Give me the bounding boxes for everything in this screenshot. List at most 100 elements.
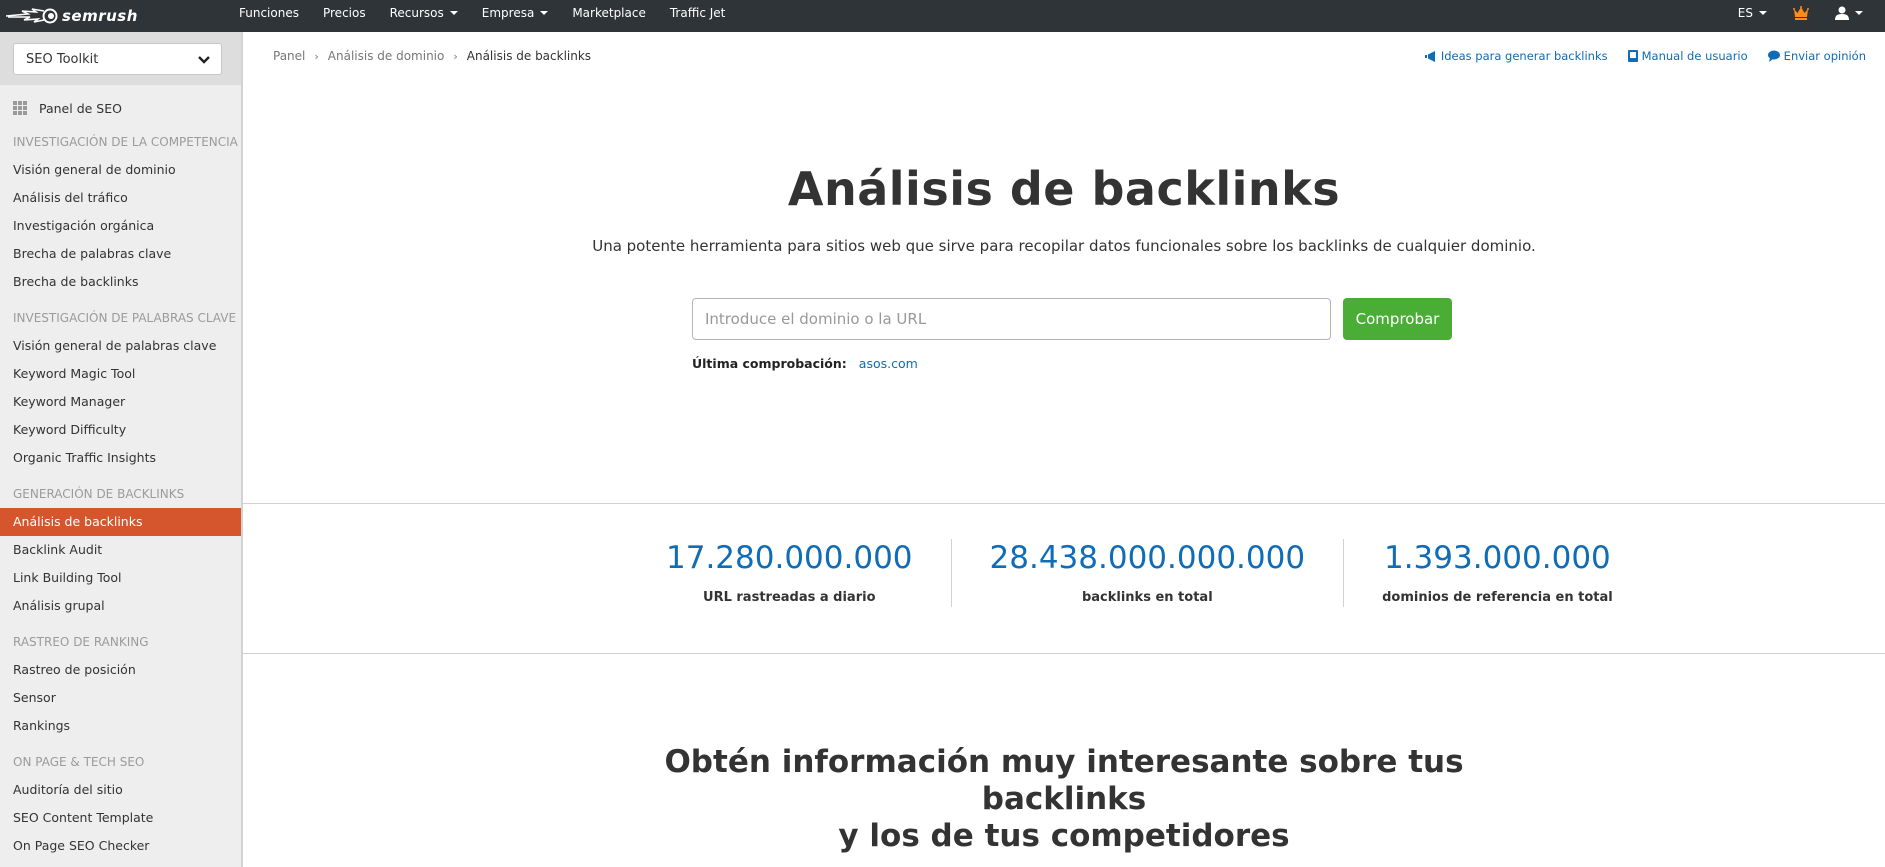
- ideas-backlinks-link[interactable]: Ideas para generar backlinks: [1424, 49, 1608, 63]
- link-label: Ideas para generar backlinks: [1440, 49, 1608, 63]
- sidebar-item-brecha-palabras-clave[interactable]: Brecha de palabras clave: [0, 240, 241, 268]
- stat-value: 1.393.000.000: [1383, 540, 1611, 576]
- nav-label: Marketplace: [572, 6, 646, 20]
- link-label: Enviar opinión: [1783, 49, 1866, 63]
- nav-empresa[interactable]: Empresa: [482, 6, 549, 20]
- chevron-right-icon: ›: [314, 49, 319, 63]
- stat-referring-domains: 1.393.000.000 dominios de referencia en …: [1343, 539, 1651, 607]
- nav-label: Recursos: [389, 6, 444, 20]
- breadcrumb: Panel › Análisis de dominio › Análisis d…: [273, 49, 591, 63]
- sidebar-item-label: Panel de SEO: [39, 100, 122, 116]
- sidebar-item-vision-general-palabras[interactable]: Visión general de palabras clave: [0, 332, 241, 360]
- sidebar-nav-list: Investigación de la competencia Visión g…: [0, 128, 241, 860]
- breadcrumb-panel[interactable]: Panel: [273, 49, 305, 63]
- stat-label: backlinks en total: [1081, 590, 1213, 605]
- sidebar-item-keyword-difficulty[interactable]: Keyword Difficulty: [0, 416, 241, 444]
- sidebar-item-investigacion-organica[interactable]: Investigación orgánica: [0, 212, 241, 240]
- sidebar-item-brecha-backlinks[interactable]: Brecha de backlinks: [0, 268, 241, 296]
- brand-name: semrush: [62, 7, 138, 25]
- sidebar-item-panel-seo[interactable]: Panel de SEO: [0, 94, 241, 122]
- enviar-opinion-link[interactable]: Enviar opinión: [1767, 49, 1866, 63]
- language-label: ES: [1737, 6, 1753, 20]
- sidebar-item-on-page-seo-checker[interactable]: On Page SEO Checker: [0, 832, 241, 860]
- sidebar-item-sensor[interactable]: Sensor: [0, 684, 241, 712]
- sidebar-item-organic-traffic-insights[interactable]: Organic Traffic Insights: [0, 444, 241, 472]
- sidebar-item-vision-general-dominio[interactable]: Visión general de dominio: [0, 156, 241, 184]
- nav-label: Funciones: [239, 6, 299, 20]
- top-navigation-bar: semrush Funciones Precios Recursos Empre…: [0, 0, 1885, 32]
- domain-url-input[interactable]: [692, 298, 1331, 340]
- sidebar-heading-on-page: On Page & Tech SEO: [13, 755, 145, 769]
- megaphone-icon: [1424, 50, 1435, 62]
- sidebar-item-auditoria-sitio[interactable]: Auditoría del sitio: [0, 776, 241, 804]
- sidebar-item-keyword-magic-tool[interactable]: Keyword Magic Tool: [0, 360, 241, 388]
- sidebar-item-backlink-audit[interactable]: Backlink Audit: [0, 536, 241, 564]
- toolkit-switcher-area: SEO Toolkit: [0, 32, 241, 85]
- grid-icon: [13, 101, 27, 115]
- last-check-label: Última comprobación:: [692, 356, 847, 371]
- speech-bubble-icon: [1767, 50, 1780, 62]
- comet-logo-icon: [6, 8, 58, 24]
- breadcrumb-analisis-dominio[interactable]: Análisis de dominio: [328, 49, 445, 63]
- chevron-down-icon: [198, 56, 210, 64]
- language-selector[interactable]: ES: [1738, 6, 1767, 20]
- sidebar-heading-palabras-clave: Investigación de palabras clave: [13, 311, 237, 325]
- sidebar-heading-competencia: Investigación de la competencia: [13, 135, 238, 149]
- chevron-right-icon: ›: [453, 49, 458, 63]
- nav-label: Precios: [322, 6, 366, 20]
- breadcrumb-current: Análisis de backlinks: [466, 49, 592, 63]
- nav-precios[interactable]: Precios: [323, 6, 366, 20]
- stat-label: URL rastreadas a diario: [703, 590, 876, 605]
- last-check-link[interactable]: asos.com: [859, 356, 918, 371]
- stats-band: 17.280.000.000 URL rastreadas a diario 2…: [243, 503, 1885, 654]
- last-check: Última comprobación: asos.com: [692, 356, 918, 371]
- sidebar-item-rastreo-posicion[interactable]: Rastreo de posición: [0, 656, 241, 684]
- toolkit-select[interactable]: SEO Toolkit: [13, 43, 222, 75]
- sidebar-item-seo-content-template[interactable]: SEO Content Template: [0, 804, 241, 832]
- caret-down-icon: [540, 11, 549, 15]
- sidebar-item-analisis-trafico[interactable]: Análisis del tráfico: [0, 184, 241, 212]
- sidebar-item-keyword-manager[interactable]: Keyword Manager: [0, 388, 241, 416]
- stats-row: 17.280.000.000 URL rastreadas a diario 2…: [628, 539, 1651, 607]
- sidebar-item-analisis-grupal[interactable]: Análisis grupal: [0, 592, 241, 620]
- caret-down-icon: [449, 11, 458, 15]
- nav-label: Traffic Jet: [669, 6, 726, 20]
- section-title-line: backlinks: [981, 781, 1147, 817]
- nav-label: Empresa: [481, 6, 535, 20]
- stat-urls-crawled: 17.280.000.000 URL rastreadas a diario: [628, 539, 951, 607]
- check-button[interactable]: Comprobar: [1343, 298, 1452, 340]
- sidebar-item-link-building-tool[interactable]: Link Building Tool: [0, 564, 241, 592]
- crown-icon[interactable]: [1793, 6, 1809, 20]
- link-label: Manual de usuario: [1641, 49, 1748, 63]
- nav-traffic-jet[interactable]: Traffic Jet: [670, 6, 726, 20]
- help-links: Ideas para generar backlinks Manual de u…: [1405, 49, 1866, 63]
- page-subtitle: Una potente herramienta para sitios web …: [592, 237, 1536, 255]
- section-title-line: y los de tus competidores: [838, 818, 1290, 854]
- page-title: Análisis de backlinks: [787, 162, 1341, 216]
- caret-down-icon: [1855, 11, 1863, 15]
- stat-total-backlinks: 28.438.000.000.000 backlinks en total: [950, 539, 1344, 607]
- manual-usuario-link[interactable]: Manual de usuario: [1627, 49, 1748, 63]
- toolkit-select-value: SEO Toolkit: [26, 51, 99, 67]
- nav-funciones[interactable]: Funciones: [239, 6, 299, 20]
- caret-down-icon: [1759, 11, 1767, 15]
- section-title: Obtén información muy interesante sobre …: [243, 744, 1885, 855]
- stat-label: dominios de referencia en total: [1382, 590, 1613, 605]
- sidebar-heading-backlinks: Generación de backlinks: [13, 487, 185, 501]
- semrush-logo[interactable]: semrush: [6, 5, 138, 27]
- nav-marketplace[interactable]: Marketplace: [572, 6, 646, 20]
- sidebar-item-rankings[interactable]: Rankings: [0, 712, 241, 740]
- section-title-line: Obtén información muy interesante sobre …: [664, 744, 1464, 780]
- main-nav: Funciones Precios Recursos Empresa Marke…: [239, 0, 749, 26]
- stat-value: 28.438.000.000.000: [989, 540, 1306, 576]
- main-content: Panel › Análisis de dominio › Análisis d…: [243, 32, 1885, 867]
- stat-value: 17.280.000.000: [666, 540, 913, 576]
- sidebar-item-analisis-backlinks[interactable]: Análisis de backlinks: [0, 508, 241, 536]
- nav-recursos[interactable]: Recursos: [390, 6, 458, 20]
- book-icon: [1627, 50, 1638, 62]
- sidebar-heading-rastreo-ranking: Rastreo de ranking: [13, 635, 149, 649]
- topbar-right: ES: [1738, 0, 1885, 26]
- sidebar: SEO Toolkit Panel de SEO Investigación d…: [0, 32, 243, 867]
- user-icon: [1835, 6, 1849, 20]
- user-menu[interactable]: [1835, 6, 1863, 20]
